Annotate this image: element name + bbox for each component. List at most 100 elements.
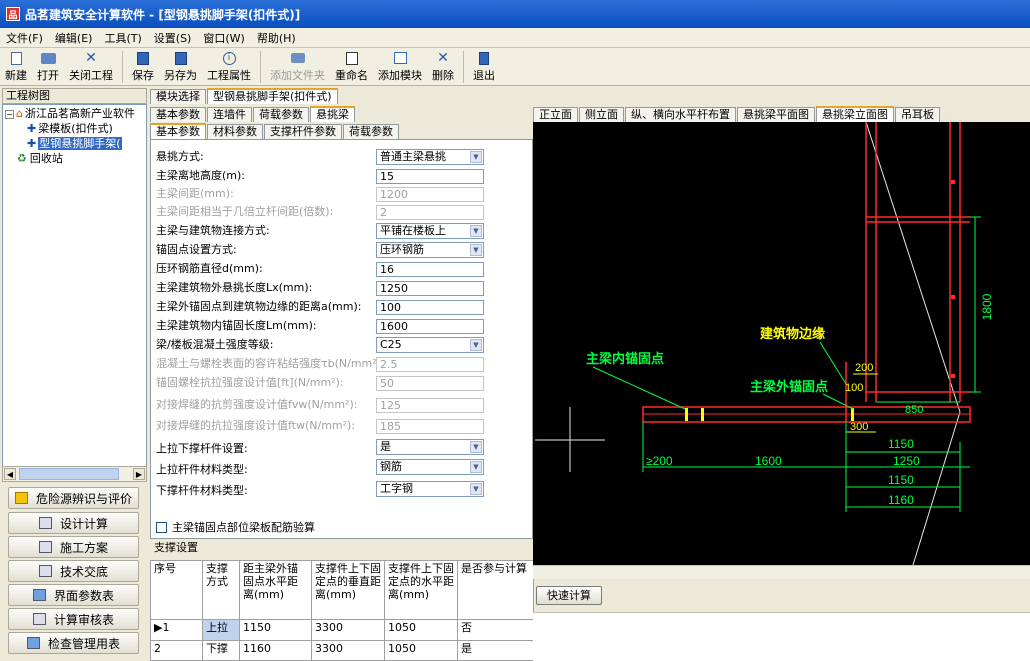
cantilever-type-select[interactable]: 普通主梁悬挑 ▼ — [376, 149, 484, 165]
table-cell[interactable]: 1160 — [239, 639, 312, 661]
tab-cantilever-beam[interactable]: 悬挑梁 — [310, 106, 355, 122]
tree-node-scaffold[interactable]: ✚ 型钢悬挑脚手架( — [27, 137, 122, 151]
chevron-down-icon[interactable]: ▼ — [470, 461, 482, 473]
menu-help[interactable]: 帮助(H) — [251, 30, 302, 46]
menu-settings[interactable]: 设置(S) — [148, 30, 198, 46]
tab-basic-params[interactable]: 基本参数 — [150, 107, 206, 122]
nav-param-table[interactable]: 界面参数表 — [8, 584, 139, 606]
inner-length-input[interactable]: 1600 — [376, 319, 484, 334]
rebar-check-checkbox[interactable]: 主梁锚固点部位梁板配筋验算 — [156, 519, 315, 535]
tie-material-select[interactable]: 钢筋 ▼ — [376, 459, 484, 475]
nav-review-table[interactable]: 计算审核表 — [8, 608, 139, 630]
table-cell[interactable]: 否 — [457, 619, 534, 641]
nav-inspection-table[interactable]: 检查管理用表 — [8, 632, 139, 654]
subtab-basic[interactable]: 基本参数 — [150, 123, 206, 139]
chevron-down-icon[interactable]: ▼ — [470, 244, 482, 256]
menu-file[interactable]: 文件(F) — [0, 30, 49, 46]
column-header: 支撑方式 — [202, 559, 240, 621]
tab-side-elevation[interactable]: 侧立面 — [579, 107, 624, 122]
beam-spacing-input[interactable]: 1200 — [376, 187, 484, 202]
form-label: 主梁离地高度(m): — [156, 169, 246, 182]
quick-calc-button[interactable]: 快速计算 — [536, 586, 602, 605]
bolt-strength-input[interactable]: 50 — [376, 376, 484, 391]
table-cell[interactable]: 下撑 — [202, 639, 240, 661]
nav-hazard-identification[interactable]: 危险源辨识与评价 — [8, 487, 139, 509]
open-button[interactable]: 打开 — [32, 51, 64, 83]
new-button[interactable]: 新建 — [0, 51, 32, 83]
tab-beam-plan[interactable]: 悬挑梁平面图 — [737, 107, 815, 122]
anchor-distance-input[interactable]: 100 — [376, 300, 484, 315]
chevron-down-icon[interactable]: ▼ — [470, 441, 482, 453]
warning-icon — [14, 492, 28, 504]
weld-shear-input[interactable]: 125 — [376, 398, 484, 413]
table-cell[interactable]: 是 — [457, 639, 534, 661]
beam-height-input[interactable]: 15 — [376, 169, 484, 184]
tree-node-formwork[interactable]: ✚ 梁模板(扣件式) — [27, 122, 113, 136]
close-project-button[interactable]: ✕ 关闭工程 — [64, 50, 118, 83]
strut-material-select[interactable]: 工字钢 ▼ — [376, 481, 484, 497]
rebar-diameter-input[interactable]: 16 — [376, 262, 484, 277]
tree-scrollbar[interactable]: ◀ ▶ — [2, 466, 147, 482]
concrete-grade-select[interactable]: C25 ▼ — [376, 337, 484, 353]
table-cell[interactable]: 上拉 — [202, 619, 240, 641]
chevron-down-icon[interactable]: ▼ — [470, 225, 482, 237]
scroll-left-icon[interactable]: ◀ — [4, 468, 16, 480]
form-label: 压环钢筋直径d(mm): — [156, 262, 263, 275]
scroll-thumb[interactable] — [19, 468, 119, 480]
nav-design-calc[interactable]: 设计计算 — [8, 512, 139, 534]
subtab-material[interactable]: 材料参数 — [207, 124, 263, 139]
weld-tension-input[interactable]: 185 — [376, 419, 484, 434]
support-setting-select[interactable]: 是 ▼ — [376, 439, 484, 455]
rename-button[interactable]: 重命名 — [330, 51, 373, 83]
subtab-support[interactable]: 支撑杆件参数 — [264, 124, 342, 139]
bond-strength-input[interactable]: 2.5 — [376, 357, 484, 372]
add-folder-button[interactable]: 添加文件夹 — [265, 51, 330, 83]
menu-tools[interactable]: 工具(T) — [98, 30, 147, 46]
checkbox-icon[interactable] — [156, 521, 167, 533]
nav-tech-briefing[interactable]: 技术交底 — [8, 560, 139, 582]
delete-button[interactable]: ✕ 删除 — [427, 50, 459, 83]
tab-beam-elevation[interactable]: 悬挑梁立面图 — [816, 106, 894, 122]
inspection-icon — [26, 637, 40, 649]
connection-type-select[interactable]: 平铺在楼板上 ▼ — [376, 223, 484, 239]
save-button[interactable]: 保存 — [127, 51, 159, 83]
table-cell[interactable]: 3300 — [311, 639, 385, 661]
anchor-type-select[interactable]: 压环钢筋 ▼ — [376, 242, 484, 258]
spacing-multiple-input[interactable]: 2 — [376, 205, 484, 220]
column-header: 支撑件上下固定点的垂直距离(mm) — [311, 559, 385, 621]
tab-module-select[interactable]: 模块选择 — [150, 89, 206, 104]
menu-edit[interactable]: 编辑(E) — [49, 30, 99, 46]
tree-header: 工程树图 — [2, 88, 147, 104]
tab-lifting-lug[interactable]: 吊耳板 — [895, 107, 940, 122]
table-row[interactable]: 2 下撑 1160 3300 1050 是 — [150, 639, 534, 661]
support-section-header: 支撑设置 — [154, 541, 198, 554]
subtab-load[interactable]: 荷载参数 — [343, 124, 399, 139]
chevron-down-icon[interactable]: ▼ — [470, 483, 482, 495]
canvas-scrollbar[interactable] — [533, 565, 1030, 579]
table-row[interactable]: ▶1 上拉 1150 3300 1050 否 — [150, 619, 534, 641]
drawing-canvas[interactable]: 1800 主梁内锚固点 建筑物边缘 主梁外锚固点 200 100 850 300… — [533, 122, 1030, 565]
tab-front-elevation[interactable]: 正立面 — [533, 107, 578, 122]
table-cell[interactable]: 1050 — [384, 619, 458, 641]
tree-node-recycle[interactable]: ♻ 回收站 — [17, 152, 63, 166]
tab-horizontal-layout[interactable]: 纵、横向水平杆布置 — [625, 107, 736, 122]
tab-wall-ties[interactable]: 连墙件 — [207, 107, 252, 122]
collapse-icon[interactable]: − — [5, 110, 14, 119]
briefing-icon — [38, 565, 52, 577]
tab-load-params[interactable]: 荷载参数 — [253, 107, 309, 122]
project-properties-button[interactable]: i 工程属性 — [202, 51, 256, 83]
tree-node-root[interactable]: − ⌂ 浙江品茗高新产业软件 — [5, 107, 135, 121]
chevron-down-icon[interactable]: ▼ — [470, 339, 482, 351]
tab-scaffold[interactable]: 型钢悬挑脚手架(扣件式) — [207, 88, 338, 104]
save-as-button[interactable]: 另存为 — [159, 51, 202, 83]
table-cell[interactable]: 1050 — [384, 639, 458, 661]
nav-construction-plan[interactable]: 施工方案 — [8, 536, 139, 558]
chevron-down-icon[interactable]: ▼ — [470, 151, 482, 163]
table-cell[interactable]: 3300 — [311, 619, 385, 641]
scroll-right-icon[interactable]: ▶ — [133, 468, 145, 480]
exit-button[interactable]: 退出 — [468, 51, 500, 83]
menu-window[interactable]: 窗口(W) — [197, 30, 250, 46]
add-module-button[interactable]: 添加模块 — [373, 51, 427, 83]
table-cell[interactable]: 1150 — [239, 619, 312, 641]
outer-length-input[interactable]: 1250 — [376, 281, 484, 296]
